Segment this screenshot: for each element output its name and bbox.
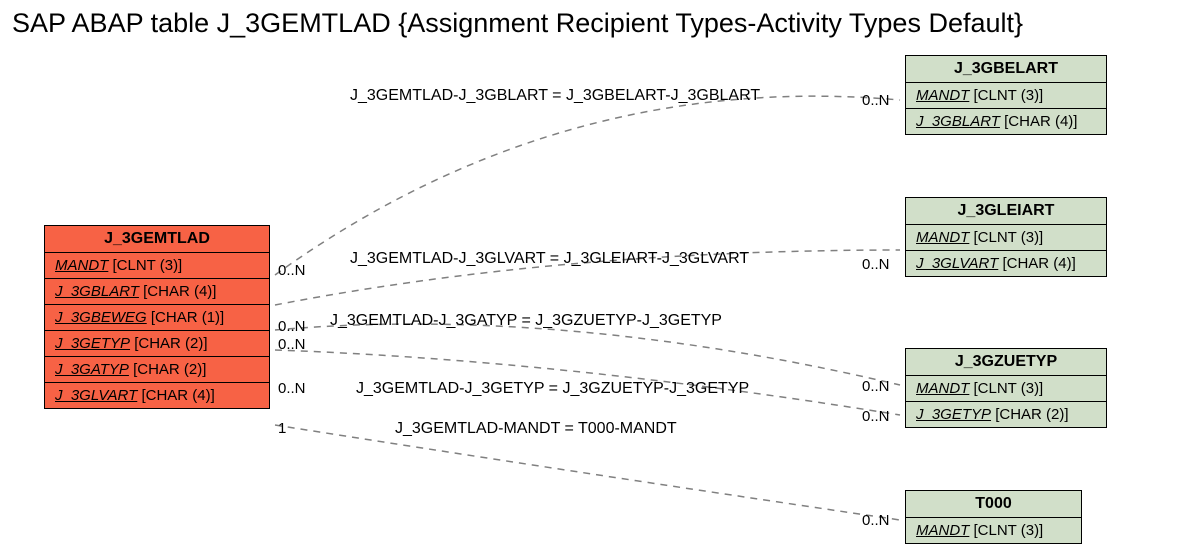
field-key: MANDT (916, 229, 969, 246)
field-row: J_3GBLART [CHAR (4)] (45, 279, 269, 305)
field-key: J_3GATYP (55, 361, 129, 378)
cardinality: 0..N (862, 378, 890, 395)
field-type: [CHAR (4)] (998, 255, 1076, 272)
field-key: MANDT (916, 380, 969, 397)
field-key: MANDT (55, 257, 108, 274)
entity-header: J_3GBELART (906, 56, 1106, 83)
edge-label: J_3GEMTLAD-J_3GBLART = J_3GBELART-J_3GBL… (350, 87, 760, 105)
field-row: J_3GATYP [CHAR (2)] (45, 357, 269, 383)
entity-j3gleiart: J_3GLEIART MANDT [CLNT (3)] J_3GLVART [C… (905, 197, 1107, 277)
field-row: MANDT [CLNT (3)] (906, 225, 1106, 251)
field-key: J_3GBLART (55, 283, 139, 300)
edge-label: J_3GEMTLAD-J_3GLVART = J_3GLEIART-J_3GLV… (350, 250, 749, 268)
field-key: J_3GETYP (55, 335, 130, 352)
field-type: [CHAR (4)] (1000, 113, 1078, 130)
field-type: [CLNT (3)] (969, 229, 1043, 246)
field-type: [CLNT (3)] (969, 87, 1043, 104)
field-type: [CHAR (2)] (130, 335, 208, 352)
field-key: J_3GBEWEG (55, 309, 147, 326)
field-type: [CHAR (4)] (137, 387, 215, 404)
field-type: [CHAR (2)] (991, 406, 1069, 423)
field-row: MANDT [CLNT (3)] (906, 83, 1106, 109)
field-key: MANDT (916, 87, 969, 104)
field-type: [CHAR (1)] (147, 309, 225, 326)
field-key: J_3GETYP (916, 406, 991, 423)
field-type: [CLNT (3)] (969, 380, 1043, 397)
field-row: J_3GBLART [CHAR (4)] (906, 109, 1106, 134)
entity-t000: T000 MANDT [CLNT (3)] (905, 490, 1082, 544)
entity-j3gemtlad: J_3GEMTLAD MANDT [CLNT (3)] J_3GBLART [C… (44, 225, 270, 409)
entity-j3gbelart: J_3GBELART MANDT [CLNT (3)] J_3GBLART [C… (905, 55, 1107, 135)
field-type: [CLNT (3)] (969, 522, 1043, 539)
field-row: J_3GETYP [CHAR (2)] (45, 331, 269, 357)
entity-header: J_3GLEIART (906, 198, 1106, 225)
entity-header: T000 (906, 491, 1081, 518)
cardinality: 1 (278, 420, 286, 437)
cardinality: 0..N (278, 318, 306, 335)
entity-j3gzuetyp: J_3GZUETYP MANDT [CLNT (3)] J_3GETYP [CH… (905, 348, 1107, 428)
edge-label: J_3GEMTLAD-MANDT = T000-MANDT (395, 420, 677, 438)
cardinality: 0..N (862, 256, 890, 273)
cardinality: 0..N (862, 92, 890, 109)
field-key: MANDT (916, 522, 969, 539)
field-key: J_3GLVART (55, 387, 137, 404)
field-row: J_3GETYP [CHAR (2)] (906, 402, 1106, 427)
field-key: J_3GBLART (916, 113, 1000, 130)
cardinality: 0..N (862, 408, 890, 425)
field-row: MANDT [CLNT (3)] (906, 518, 1081, 543)
cardinality: 0..N (278, 262, 306, 279)
field-row: MANDT [CLNT (3)] (45, 253, 269, 279)
field-type: [CHAR (2)] (129, 361, 207, 378)
field-type: [CLNT (3)] (108, 257, 182, 274)
field-row: MANDT [CLNT (3)] (906, 376, 1106, 402)
entity-header: J_3GZUETYP (906, 349, 1106, 376)
entity-header: J_3GEMTLAD (45, 226, 269, 253)
page-title: SAP ABAP table J_3GEMTLAD {Assignment Re… (12, 8, 1023, 39)
field-row: J_3GLVART [CHAR (4)] (45, 383, 269, 408)
field-row: J_3GLVART [CHAR (4)] (906, 251, 1106, 276)
cardinality: 0..N (862, 512, 890, 529)
field-row: J_3GBEWEG [CHAR (1)] (45, 305, 269, 331)
edge-label: J_3GEMTLAD-J_3GATYP = J_3GZUETYP-J_3GETY… (330, 312, 722, 330)
cardinality: 0..N (278, 380, 306, 397)
edge-label: J_3GEMTLAD-J_3GETYP = J_3GZUETYP-J_3GETY… (356, 380, 749, 398)
field-key: J_3GLVART (916, 255, 998, 272)
field-type: [CHAR (4)] (139, 283, 217, 300)
cardinality: 0..N (278, 336, 306, 353)
